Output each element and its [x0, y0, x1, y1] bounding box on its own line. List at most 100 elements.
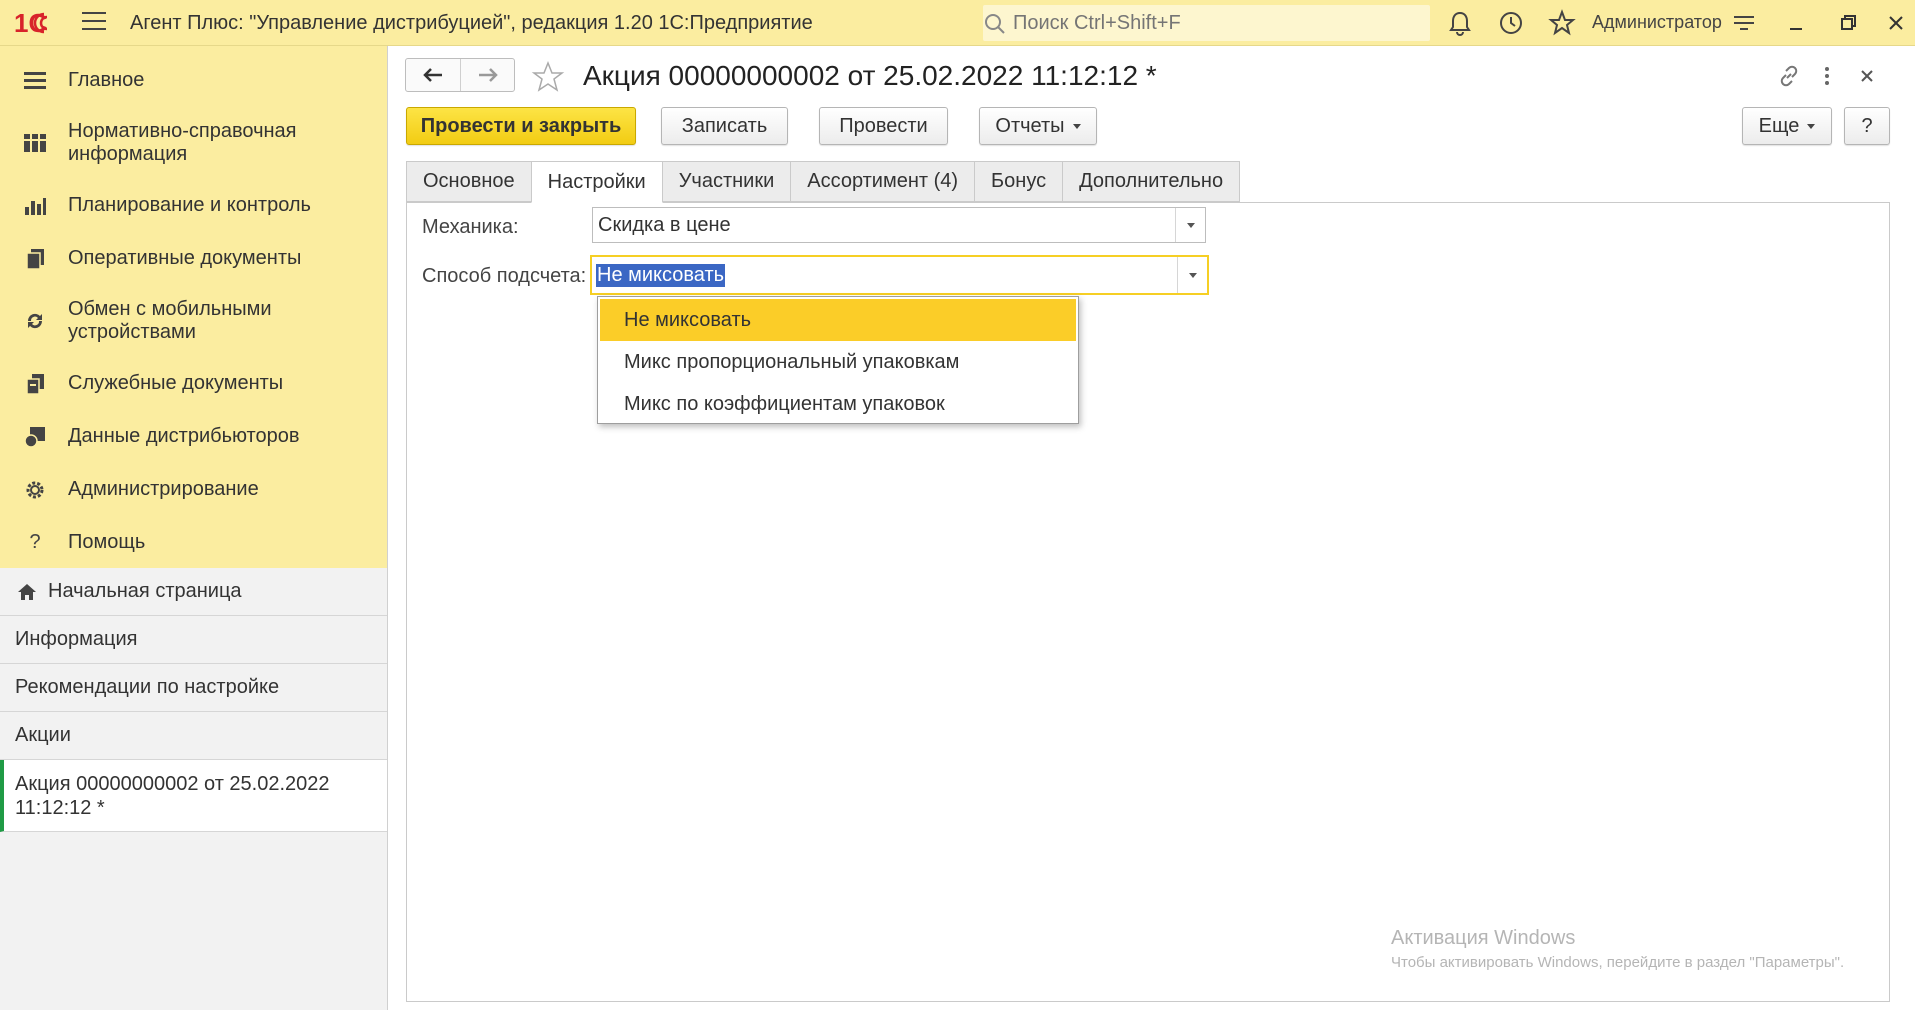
favorites-star-icon[interactable] — [1548, 9, 1576, 37]
dropdown-option-mix-proportional[interactable]: Микс пропорциональный упаковкам — [600, 341, 1076, 383]
calc-method-dropdown-list: Не миксовать Микс пропорциональный упако… — [597, 296, 1079, 424]
arrow-right-icon — [478, 68, 498, 82]
section-reference[interactable]: Нормативно-справочная информация — [0, 107, 387, 179]
app-title: Агент Плюс: "Управление дистрибуцией", р… — [130, 12, 813, 34]
calc-method-label: Способ подсчета: — [422, 265, 587, 287]
forward-button[interactable] — [460, 59, 514, 91]
section-label: Нормативно-справочная информация — [68, 120, 297, 165]
open-window-label: Рекомендации по настройке — [15, 676, 280, 698]
post-button[interactable]: Провести — [819, 107, 948, 145]
question-icon: ? — [29, 531, 41, 553]
search-icon — [985, 14, 1005, 34]
section-service-docs[interactable]: Служебные документы — [0, 357, 387, 410]
section-operational-docs[interactable]: Оперативные документы — [0, 232, 387, 285]
tab-bonus[interactable]: Бонус — [974, 161, 1064, 202]
close-form-icon[interactable] — [1853, 62, 1881, 90]
calc-method-value: Не миксовать — [596, 264, 726, 287]
save-button[interactable]: Записать — [661, 107, 788, 145]
section-label: Служебные документы — [68, 372, 284, 394]
settings-lines-icon[interactable] — [1730, 9, 1758, 37]
chevron-down-icon — [1807, 123, 1816, 129]
open-window-label: Акции — [15, 724, 71, 746]
arrow-left-icon — [423, 68, 442, 82]
section-help[interactable]: ? Помощь — [0, 516, 387, 569]
open-window-label: Информация — [15, 628, 138, 650]
menu-lines-icon — [22, 68, 48, 94]
section-distributor-data[interactable]: Данные дистрибьюторов — [0, 410, 387, 463]
open-window-home[interactable]: Начальная страница — [0, 568, 387, 616]
mechanics-combobox[interactable]: Скидка в цене — [592, 207, 1206, 243]
section-label: Оперативные документы — [68, 247, 302, 269]
mechanics-value: Скидка в цене — [598, 214, 731, 236]
help-button[interactable]: ? — [1844, 107, 1890, 145]
open-window-current-document[interactable]: Акция 00000000002 от 25.02.2022 11:12:12… — [0, 760, 387, 832]
form-tabs: Основное Настройки Участники Ассортимент… — [406, 161, 1241, 203]
tab-participants[interactable]: Участники — [661, 161, 792, 202]
open-window-promotions[interactable]: Акции — [0, 712, 387, 760]
section-administration[interactable]: Администрирование — [0, 463, 387, 516]
section-mobile-exchange[interactable]: Обмен с мобильными устройствами — [0, 285, 387, 357]
section-label: Планирование и контроль — [68, 194, 311, 216]
open-window-recommendations[interactable]: Рекомендации по настройке — [0, 664, 387, 712]
global-search[interactable] — [983, 5, 1430, 41]
back-button[interactable] — [406, 59, 460, 91]
reports-button[interactable]: Отчеты — [979, 107, 1097, 145]
mechanics-dropdown-button[interactable] — [1175, 208, 1205, 242]
sync-icon — [22, 308, 48, 334]
watermark-subtitle: Чтобы активировать Windows, перейдите в … — [1391, 954, 1845, 971]
home-icon — [18, 584, 36, 600]
more-label: Еще — [1758, 114, 1800, 137]
restore-icon[interactable] — [1834, 9, 1862, 37]
open-window-info[interactable]: Информация — [0, 616, 387, 664]
close-window-icon[interactable] — [1882, 9, 1910, 37]
tab-additional[interactable]: Дополнительно — [1062, 161, 1241, 202]
section-label: Помощь — [68, 531, 146, 553]
tab-main[interactable]: Основное — [406, 161, 532, 202]
service-documents-icon — [22, 371, 48, 397]
bar-chart-icon — [22, 193, 48, 219]
tab-settings[interactable]: Настройки — [530, 161, 663, 203]
chevron-down-icon — [1188, 272, 1197, 278]
watermark-title: Активация Windows — [1391, 927, 1576, 949]
dropdown-option-mix-coefficients[interactable]: Микс по коэффициентам упаковок — [600, 383, 1076, 425]
open-window-label: Акция 00000000002 от 25.02.2022 11:12:12… — [15, 772, 330, 819]
calc-method-combobox[interactable]: Не миксовать — [590, 255, 1209, 295]
chevron-down-icon — [1072, 123, 1081, 129]
bell-icon[interactable] — [1446, 9, 1474, 37]
reference-grid-icon — [22, 130, 48, 156]
section-panel: Главное Нормативно-справочная информация… — [0, 46, 387, 568]
history-icon[interactable] — [1497, 9, 1525, 37]
add-to-favorites-star-icon[interactable] — [531, 60, 565, 94]
search-input[interactable] — [1013, 5, 1423, 41]
title-bar: 1С Агент Плюс: "Управление дистрибуцией"… — [0, 0, 1915, 46]
section-label: Данные дистрибьюторов — [68, 425, 300, 447]
open-window-label: Начальная страница — [48, 580, 242, 602]
current-user[interactable]: Администратор — [1592, 12, 1722, 33]
mechanics-label: Механика: — [422, 216, 519, 238]
link-icon[interactable] — [1775, 62, 1803, 90]
more-button[interactable]: Еще — [1742, 107, 1832, 145]
section-label: Администрирование — [68, 478, 259, 500]
reports-label: Отчеты — [995, 114, 1065, 137]
more-vertical-icon[interactable] — [1813, 62, 1841, 90]
tab-assortment[interactable]: Ассортимент (4) — [790, 161, 976, 202]
navigation-buttons — [405, 58, 515, 92]
minimize-icon[interactable] — [1782, 9, 1810, 37]
chevron-down-icon — [1186, 222, 1195, 228]
logo-text: 1С — [14, 8, 47, 38]
section-label: Обмен с мобильными устройствами — [68, 298, 272, 343]
1c-logo-icon[interactable]: 1С — [14, 8, 68, 38]
document-title: Акция 00000000002 от 25.02.2022 11:12:12… — [583, 60, 1157, 91]
sidebar: Главное Нормативно-справочная информация… — [0, 46, 388, 1010]
documents-icon — [22, 246, 48, 272]
main-menu-icon[interactable] — [82, 12, 106, 34]
section-planning[interactable]: Планирование и контроль — [0, 179, 387, 232]
distributor-data-icon — [22, 424, 48, 450]
document-form: Акция 00000000002 от 25.02.2022 11:12:12… — [389, 46, 1915, 1010]
dropdown-option-no-mix[interactable]: Не миксовать — [600, 299, 1076, 341]
section-main[interactable]: Главное — [0, 54, 387, 107]
post-and-close-button[interactable]: Провести и закрыть — [406, 107, 636, 145]
gear-icon — [22, 477, 48, 503]
calc-method-dropdown-button[interactable] — [1177, 257, 1207, 293]
windows-activation-watermark: Активация Windows Чтобы активировать Win… — [1391, 927, 1844, 971]
